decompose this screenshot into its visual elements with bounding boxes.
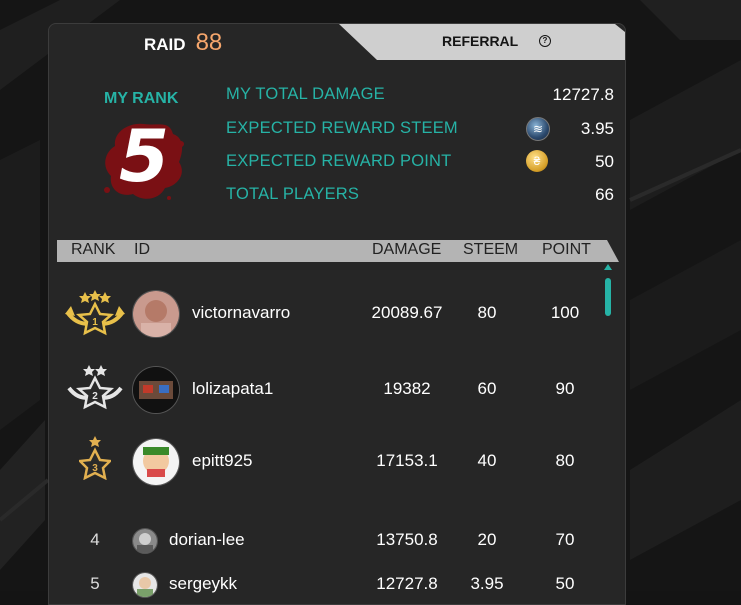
svg-text:1: 1 <box>92 317 98 328</box>
stat-expected-steem: EXPECTED REWARD STEEM ≋ 3.95 <box>226 117 616 143</box>
point-cell: 90 <box>555 379 575 398</box>
stat-value: 66 <box>595 185 614 204</box>
table-row[interactable]: 1 victornavarro 20089.67 80 100 <box>57 284 603 344</box>
point-cell: 50 <box>555 574 575 593</box>
stat-label: EXPECTED REWARD STEEM <box>226 119 458 137</box>
steem-cell: 40 <box>477 451 497 470</box>
avatar[interactable] <box>132 290 180 338</box>
tab-bar: RAID 88 REFERRAL ? <box>49 24 625 60</box>
svg-text:3: 3 <box>92 463 98 474</box>
stat-expected-point: EXPECTED REWARD POINT ₴ 50 <box>226 150 616 176</box>
table-header: RANK ID DAMAGE STEEM POINT <box>57 240 617 262</box>
avatar[interactable] <box>132 438 180 486</box>
point-coin-icon: ₴ <box>526 150 548 172</box>
avatar[interactable] <box>132 572 158 598</box>
scroll-up-arrow-icon[interactable] <box>604 264 612 270</box>
steem-coin-icon: ≋ <box>526 117 550 141</box>
scrollbar[interactable] <box>604 264 612 604</box>
table-row[interactable]: 5 sergeykk 12727.8 3.95 50 <box>57 570 603 600</box>
table-row[interactable]: 2 lolizapata1 19382 60 90 <box>57 358 603 418</box>
scrollbar-thumb[interactable] <box>605 278 611 316</box>
header-id: ID <box>134 241 150 258</box>
point-cell: 80 <box>555 451 575 470</box>
stat-label: TOTAL PLAYERS <box>226 185 360 203</box>
player-id[interactable]: dorian-lee <box>169 530 245 550</box>
steem-cell: 3.95 <box>470 574 504 593</box>
stat-value: 50 <box>595 152 614 171</box>
damage-cell: 17153.1 <box>376 451 438 470</box>
raid-count: 88 <box>195 29 223 56</box>
stat-value: 3.95 <box>580 119 614 138</box>
damage-cell: 19382 <box>383 379 431 398</box>
steem-cell: 60 <box>477 379 497 398</box>
svg-text:2: 2 <box>92 391 98 402</box>
raid-panel: RAID 88 REFERRAL ? MY RANK 5 MY TOTAL DA… <box>48 23 626 605</box>
player-id[interactable]: lolizapata1 <box>192 379 273 399</box>
header-rank: RANK <box>71 241 116 258</box>
stat-label: EXPECTED REWARD POINT <box>226 152 452 170</box>
point-cell: 70 <box>555 530 575 549</box>
steem-cell: 20 <box>477 530 497 549</box>
player-id[interactable]: epitt925 <box>192 451 253 471</box>
stat-label: MY TOTAL DAMAGE <box>226 85 385 103</box>
player-id[interactable]: victornavarro <box>192 303 290 323</box>
tab-raid[interactable]: RAID 88 <box>144 29 222 57</box>
my-rank-label: MY RANK <box>104 90 179 107</box>
steem-cell: 80 <box>477 303 497 322</box>
tab-raid-label: RAID <box>144 35 186 54</box>
stat-total-players: TOTAL PLAYERS 66 <box>226 185 616 209</box>
rank-number: 4 <box>90 530 100 549</box>
ranking-list[interactable]: 1 victornavarro 20089.67 80 100 2 loliza… <box>57 262 603 604</box>
rank-number: 5 <box>90 574 100 593</box>
stat-total-damage: MY TOTAL DAMAGE 12727.8 <box>226 85 616 109</box>
avatar[interactable] <box>132 528 158 554</box>
stat-value: 12727.8 <box>552 85 614 104</box>
header-point: POINT <box>542 241 591 258</box>
damage-cell: 20089.67 <box>371 303 443 322</box>
header-steem: STEEM <box>463 241 519 258</box>
table-row[interactable]: 3 epitt925 17153.1 40 80 <box>57 432 603 492</box>
gold-three-star-badge-icon: 1 <box>65 290 125 336</box>
damage-cell: 12727.8 <box>376 574 438 593</box>
point-cell: 100 <box>550 303 580 322</box>
my-rank-value: 5 <box>118 114 170 198</box>
help-icon[interactable]: ? <box>539 35 551 47</box>
bronze-one-star-badge-icon: 3 <box>79 436 111 480</box>
tab-referral[interactable]: REFERRAL <box>442 33 518 49</box>
silver-two-star-badge-icon: 2 <box>67 365 123 410</box>
header-damage: DAMAGE <box>372 241 442 258</box>
player-id[interactable]: sergeykk <box>169 574 237 594</box>
damage-cell: 13750.8 <box>376 530 438 549</box>
table-row[interactable]: 4 dorian-lee 13750.8 20 70 <box>57 526 603 556</box>
avatar[interactable] <box>132 366 180 414</box>
